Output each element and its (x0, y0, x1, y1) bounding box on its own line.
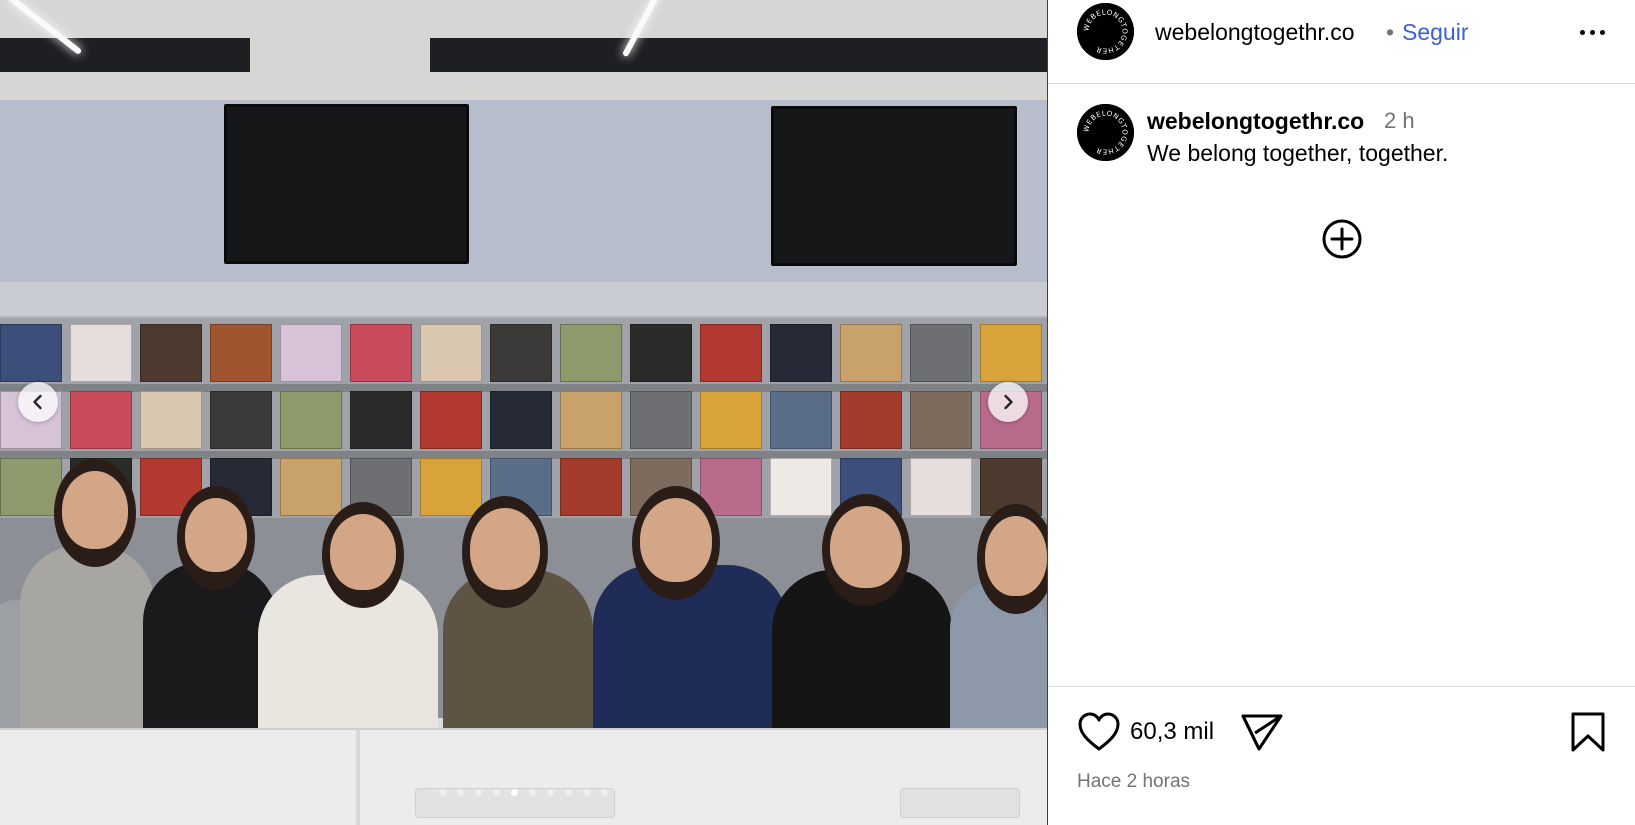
post-image-carousel[interactable] (0, 0, 1047, 825)
wall-ledge (0, 282, 1047, 320)
post-time-ago: Hace 2 horas (1077, 771, 1191, 792)
like-count[interactable]: 60,3 mil (1130, 718, 1214, 746)
album-cover (840, 391, 902, 449)
album-cover (420, 324, 482, 382)
album-cover (0, 324, 62, 382)
add-comment-plus-icon[interactable] (1321, 218, 1363, 260)
follow-button[interactable]: Seguir (1402, 18, 1468, 46)
album-cover (630, 324, 692, 382)
album-cover (420, 458, 482, 516)
album-cover (350, 391, 412, 449)
person-face (830, 506, 902, 588)
avatar-logo-icon: WEBELONGTOGETHER (1077, 3, 1134, 60)
post-sidebar: WEBELONGTOGETHER webelongtogethr.co • Se… (1048, 0, 1635, 825)
album-cover (700, 324, 762, 382)
carousel-dot (439, 789, 446, 796)
avatar[interactable]: WEBELONGTOGETHER (1077, 3, 1134, 60)
carousel-dot (583, 789, 590, 796)
album-cover (630, 391, 692, 449)
heart-icon[interactable] (1077, 711, 1121, 753)
carousel-dot (457, 789, 464, 796)
album-cover (490, 324, 552, 382)
album-cover (560, 458, 622, 516)
carousel-dot (565, 789, 572, 796)
album-cover (980, 324, 1042, 382)
carousel-dot (547, 789, 554, 796)
carousel-dot (493, 789, 500, 796)
album-cover (280, 324, 342, 382)
more-options-button[interactable] (1572, 18, 1612, 46)
album-cover (280, 458, 342, 516)
carousel-dot (475, 789, 482, 796)
album-cover (910, 324, 972, 382)
person-face (330, 514, 396, 590)
header-separator: • (1386, 19, 1395, 45)
person-face (470, 508, 540, 590)
album-cover (560, 324, 622, 382)
album-cover (910, 458, 972, 516)
header-username[interactable]: webelongtogethr.co (1155, 18, 1355, 46)
person-face (640, 498, 712, 582)
album-cover (70, 391, 132, 449)
carousel-dot-active (511, 789, 518, 796)
album-cover (770, 391, 832, 449)
album-cover (210, 391, 272, 449)
person-face (62, 471, 128, 549)
person-body (20, 545, 155, 738)
tv-screen-right (771, 106, 1017, 266)
album-cover (770, 324, 832, 382)
carousel-next-button[interactable] (988, 382, 1028, 422)
album-cover (840, 324, 902, 382)
bookmark-icon[interactable] (1568, 711, 1608, 753)
caption-text: We belong together, together. (1147, 140, 1449, 166)
post-actions-bar: 60,3 mil Hace 2 horas (1048, 686, 1635, 825)
album-cover (770, 458, 832, 516)
tv-screen-left (224, 104, 469, 264)
album-cover (280, 391, 342, 449)
album-cover (140, 391, 202, 449)
counter-seam (356, 730, 360, 825)
ceiling-beam (430, 38, 1047, 72)
more-options-icon (1599, 29, 1605, 35)
album-cover (140, 324, 202, 382)
caption-timestamp[interactable]: 2 h (1384, 107, 1415, 135)
listening-counter (0, 728, 1047, 825)
album-cover (420, 391, 482, 449)
caption-avatar[interactable]: WEBELONGTOGETHER (1077, 104, 1134, 161)
carousel-indicator (0, 789, 1047, 796)
chevron-left-icon (33, 394, 42, 410)
person-face (185, 498, 247, 572)
share-paper-plane-icon[interactable] (1240, 711, 1284, 753)
album-cover (490, 391, 552, 449)
avatar-logo-icon: WEBELONGTOGETHER (1077, 104, 1134, 161)
chevron-right-icon (1004, 394, 1013, 410)
album-cover (700, 391, 762, 449)
album-cover (350, 324, 412, 382)
album-cover (0, 458, 62, 516)
carousel-dot (601, 789, 608, 796)
album-cover (910, 391, 972, 449)
person-face (985, 516, 1047, 596)
album-cover (210, 324, 272, 382)
carousel-dot (529, 789, 536, 796)
album-cover (560, 391, 622, 449)
caption-username[interactable]: webelongtogethr.co (1147, 107, 1364, 135)
carousel-prev-button[interactable] (18, 382, 58, 422)
more-options-icon (1579, 29, 1585, 35)
post-header: WEBELONGTOGETHER webelongtogethr.co • Se… (1048, 0, 1635, 84)
more-options-icon (1589, 29, 1595, 35)
album-cover (70, 324, 132, 382)
ceiling-beam (0, 38, 250, 72)
